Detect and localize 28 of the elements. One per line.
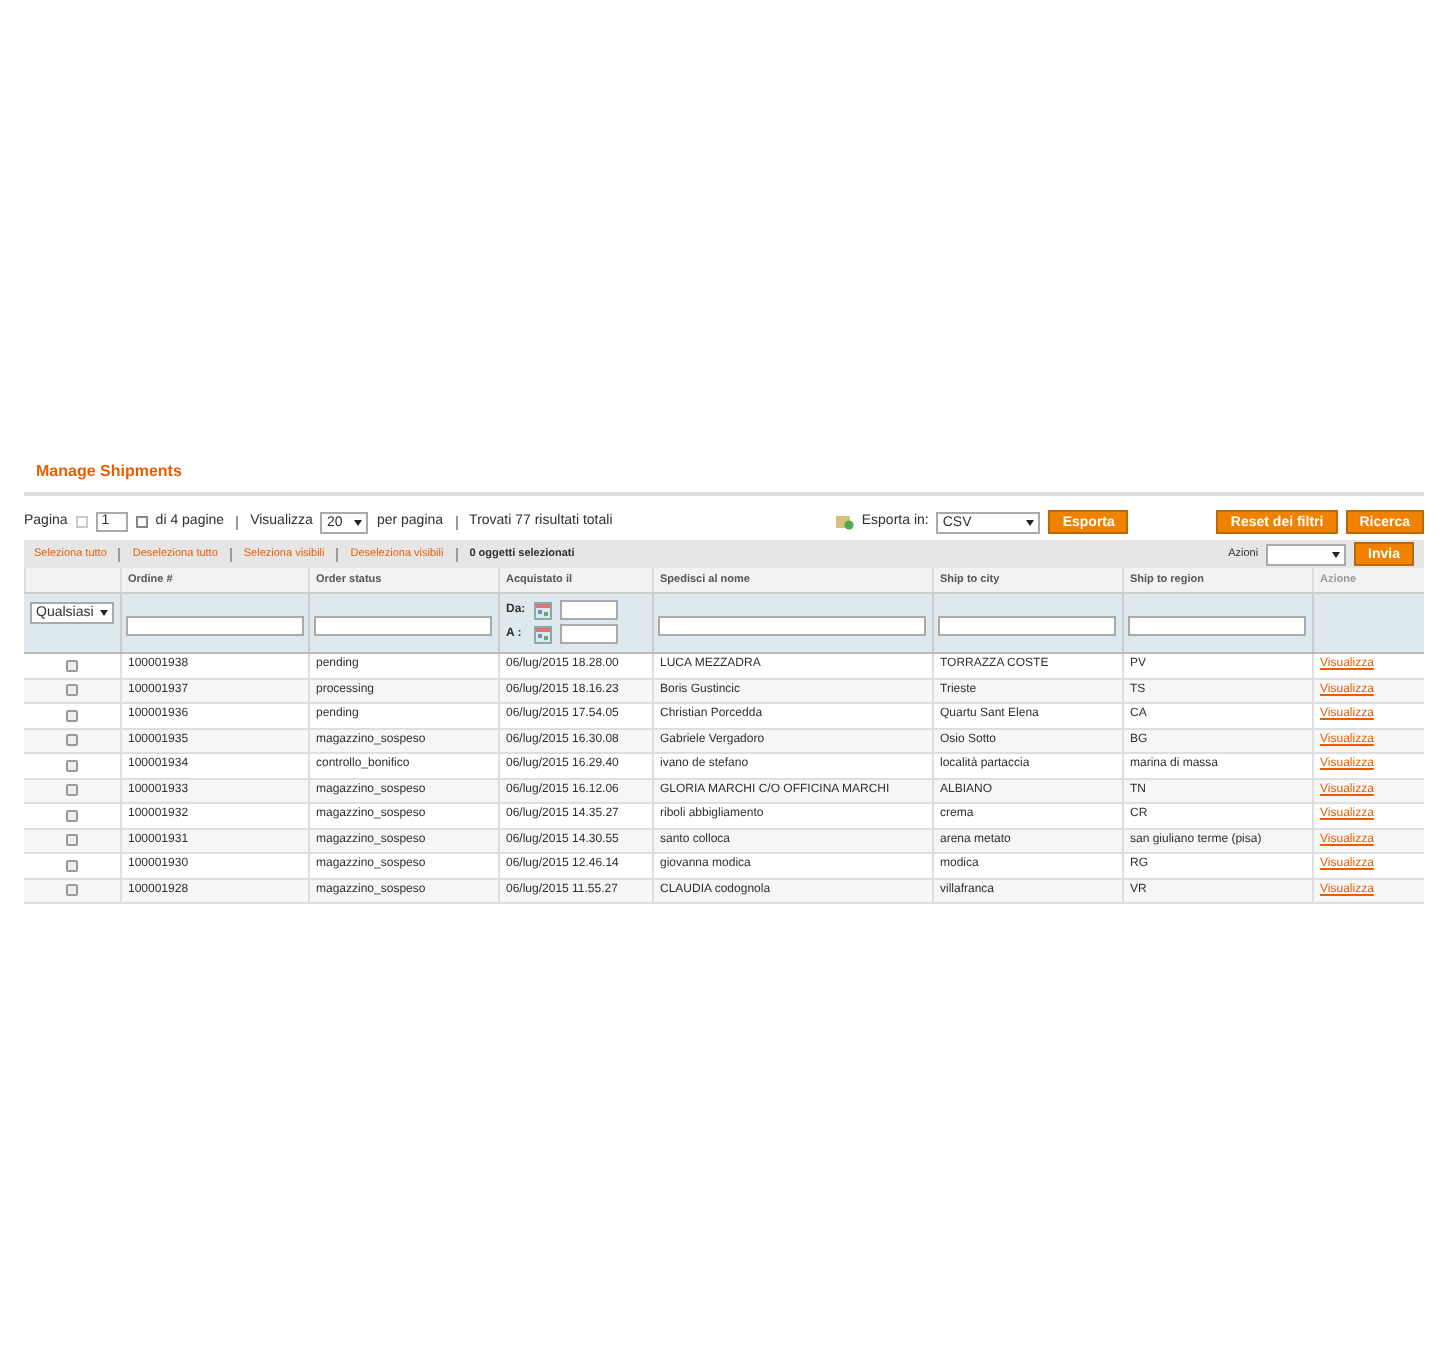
row-checkbox[interactable] [66,709,78,722]
date-from-field[interactable] [560,600,618,620]
row-checkbox[interactable] [66,784,78,797]
page-title: Manage Shipments [34,460,184,484]
filter-field[interactable] [658,616,926,636]
calendar-icon[interactable] [534,625,552,643]
filter-field[interactable] [938,616,1116,636]
row-checkbox[interactable] [66,809,78,822]
caret-icon [1332,551,1341,557]
row-checkbox[interactable] [66,759,78,772]
filter-field[interactable] [314,616,492,636]
calendar-icon[interactable] [534,601,552,619]
actions-select[interactable] [1266,543,1347,565]
row-checkbox[interactable] [66,834,78,847]
filter-field[interactable] [1128,616,1306,636]
export-icon [835,514,854,530]
date-to-field[interactable] [560,624,618,644]
row-checkbox[interactable] [66,684,78,697]
caret-icon [1026,519,1035,525]
caret-icon [354,519,363,525]
row-checkbox[interactable] [66,859,78,872]
filter-field[interactable] [126,616,304,636]
next-page-icon[interactable] [135,516,148,528]
row-checkbox[interactable] [66,884,78,897]
caret-icon [100,610,108,616]
row-checkbox[interactable] [66,659,78,672]
row-checkbox[interactable] [66,734,78,747]
previous-page-icon[interactable] [75,516,88,528]
